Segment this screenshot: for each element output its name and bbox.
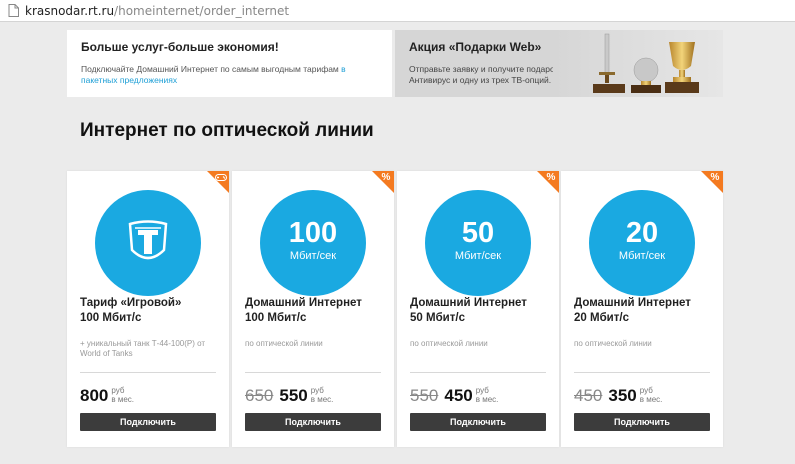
price-unit: руб в мес. — [640, 386, 663, 404]
speed-circle: 100 Мбит/сек — [260, 190, 366, 296]
divider — [574, 372, 710, 373]
url-host: krasnodar.rt.ru — [25, 3, 115, 18]
plan-name: Домашний Интернет 50 Мбит/с — [410, 296, 550, 326]
price-unit-period: в мес. — [639, 395, 663, 404]
old-price: 450 — [574, 386, 603, 405]
price: 550 450 руб в мес. — [410, 379, 498, 407]
plan-name: Домашний Интернет 20 Мбит/с — [574, 296, 714, 326]
divider — [245, 372, 381, 373]
price-unit-currency: руб — [639, 386, 653, 395]
url-path: /homeinternet/order_internet — [114, 3, 290, 18]
percent-icon: % — [381, 172, 391, 183]
price: 450 350 руб в мес. — [574, 379, 662, 407]
trophies-image — [553, 30, 723, 97]
connect-button[interactable]: Подключить — [410, 413, 546, 431]
plan-name-line2: 50 Мбит/с — [410, 312, 465, 324]
tariff-card-game[interactable]: Тариф «Игровой» 100 Мбит/с + уникальный … — [67, 171, 229, 447]
connect-button[interactable]: Подключить — [80, 413, 216, 431]
price-unit-period: в мес. — [310, 395, 334, 404]
tariff-card-100[interactable]: % 100 Мбит/сек Домашний Интернет 100 Мби… — [232, 171, 394, 447]
section-title: Интернет по оптической линии — [80, 120, 374, 141]
current-price: 550 — [279, 386, 308, 405]
speed-value: 100 — [288, 217, 338, 249]
plan-name-line1: Домашний Интернет — [245, 297, 362, 309]
price-unit-currency: руб — [111, 386, 125, 395]
page-icon — [8, 4, 19, 17]
promo-banner-bundles[interactable]: Больше услуг-больше экономия! Подключайт… — [67, 30, 392, 97]
promo-title: Больше услуг-больше экономия! — [81, 40, 279, 54]
speed-unit: Мбит/сек — [289, 250, 337, 262]
address-bar[interactable]: krasnodar.rt.ru/homeinternet/order_inter… — [0, 0, 795, 22]
plan-name-line1: Домашний Интернет — [574, 297, 691, 309]
plan-name-line2: 100 Мбит/с — [245, 312, 307, 324]
price-unit: руб в мес. — [111, 386, 134, 404]
plan-name-line1: Тариф «Игровой» — [80, 297, 182, 309]
divider — [410, 372, 546, 373]
percent-icon: % — [710, 172, 720, 183]
speed-unit: Мбит/сек — [618, 250, 666, 262]
plan-description: по оптической линии — [574, 339, 652, 348]
price: 650 550 руб в мес. — [245, 379, 333, 407]
promo-text-body: Подключайте Домашний Интернет по самым в… — [81, 64, 342, 74]
plan-name-line2: 20 Мбит/с — [574, 312, 629, 324]
gamepad-icon — [215, 173, 227, 183]
price-unit: руб в мес. — [311, 386, 334, 404]
price-unit: руб в мес. — [476, 386, 499, 404]
speed-value: 20 — [625, 217, 659, 249]
old-price: 550 — [410, 386, 439, 405]
promo-banner-web-gifts[interactable]: Акция «Подарки Web» Отправьте заявку и п… — [395, 30, 723, 97]
promo-text: Подключайте Домашний Интернет по самым в… — [81, 64, 381, 86]
current-price: 450 — [444, 386, 473, 405]
current-price: 350 — [608, 386, 637, 405]
speed-circle: 50 Мбит/сек — [425, 190, 531, 296]
plan-description: по оптической линии — [245, 339, 323, 348]
speed-value: 50 — [461, 217, 495, 249]
tariff-card-20[interactable]: % 20 Мбит/сек Домашний Интернет 20 Мбит/… — [561, 171, 723, 447]
plan-description: по оптической линии — [410, 339, 488, 348]
price-unit-currency: руб — [475, 386, 489, 395]
old-price: 650 — [245, 386, 274, 405]
plan-name-line2: 100 Мбит/с — [80, 312, 142, 324]
plan-name-line1: Домашний Интернет — [410, 297, 527, 309]
divider — [80, 372, 216, 373]
speed-unit: Мбит/сек — [454, 250, 502, 262]
price-unit-period: в мес. — [475, 395, 499, 404]
percent-icon: % — [546, 172, 556, 183]
plan-name: Домашний Интернет 100 Мбит/с — [245, 296, 385, 326]
connect-button[interactable]: Подключить — [245, 413, 381, 431]
tariff-card-50[interactable]: % 50 Мбит/сек Домашний Интернет 50 Мбит/… — [397, 171, 559, 447]
promo-text: Отправьте заявку и получите подарок: Ант… — [409, 64, 561, 85]
price-unit-period: в мес. — [111, 395, 135, 404]
price: 800 руб в мес. — [80, 379, 134, 407]
world-of-tanks-logo — [95, 190, 201, 296]
connect-button[interactable]: Подключить — [574, 413, 710, 431]
speed-circle: 20 Мбит/сек — [589, 190, 695, 296]
current-price: 800 — [80, 386, 109, 405]
plan-name: Тариф «Игровой» 100 Мбит/с — [80, 296, 220, 326]
plan-description: + уникальный танк Т-44-100(Р) от World o… — [80, 339, 206, 358]
price-unit-currency: руб — [310, 386, 324, 395]
